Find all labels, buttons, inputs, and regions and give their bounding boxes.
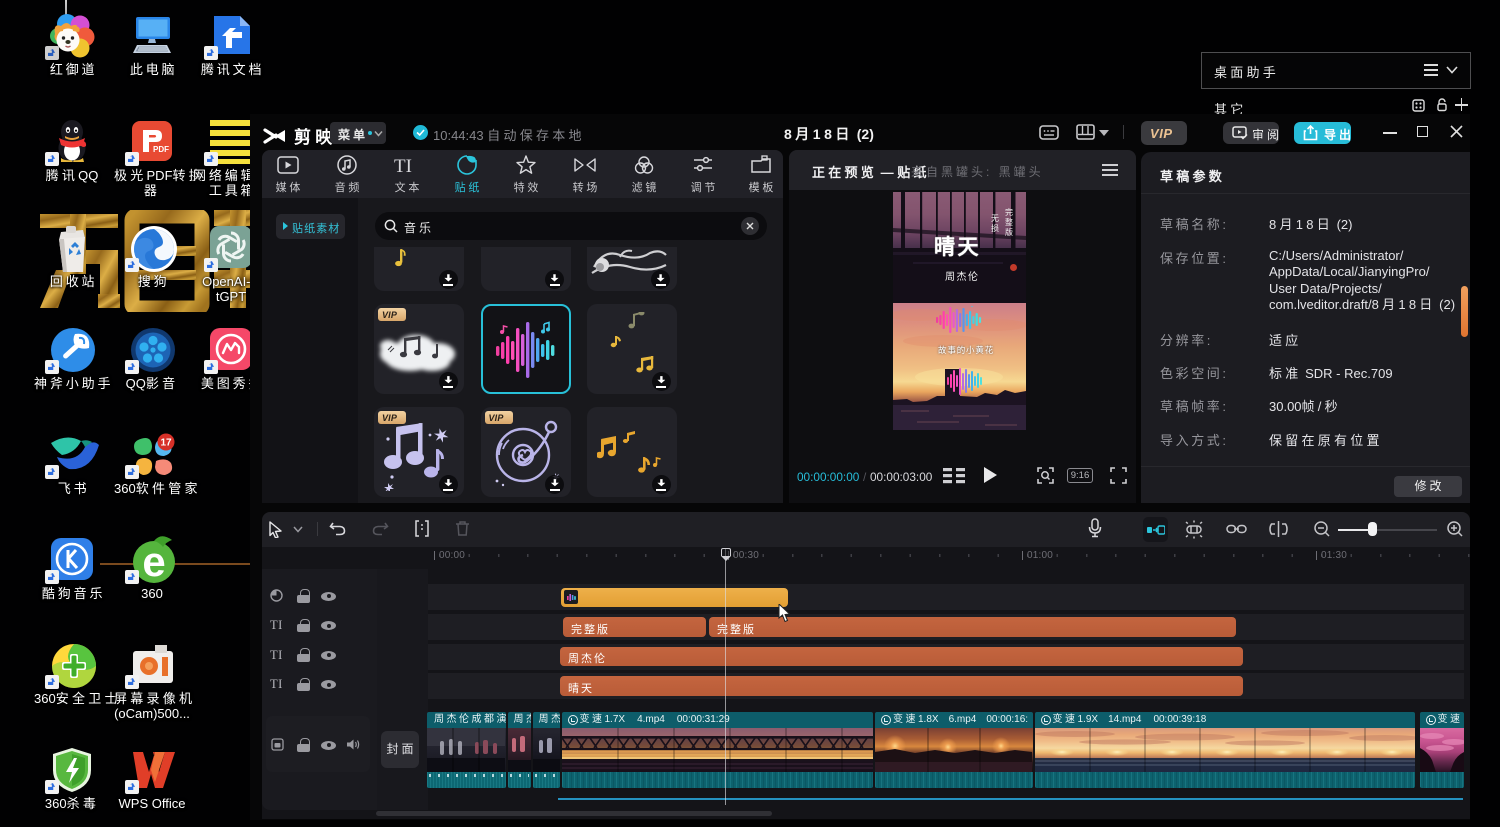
svg-text:TI: TI bbox=[394, 156, 412, 175]
svg-text:17: 17 bbox=[160, 438, 172, 449]
svg-text:PDF: PDF bbox=[153, 145, 169, 154]
